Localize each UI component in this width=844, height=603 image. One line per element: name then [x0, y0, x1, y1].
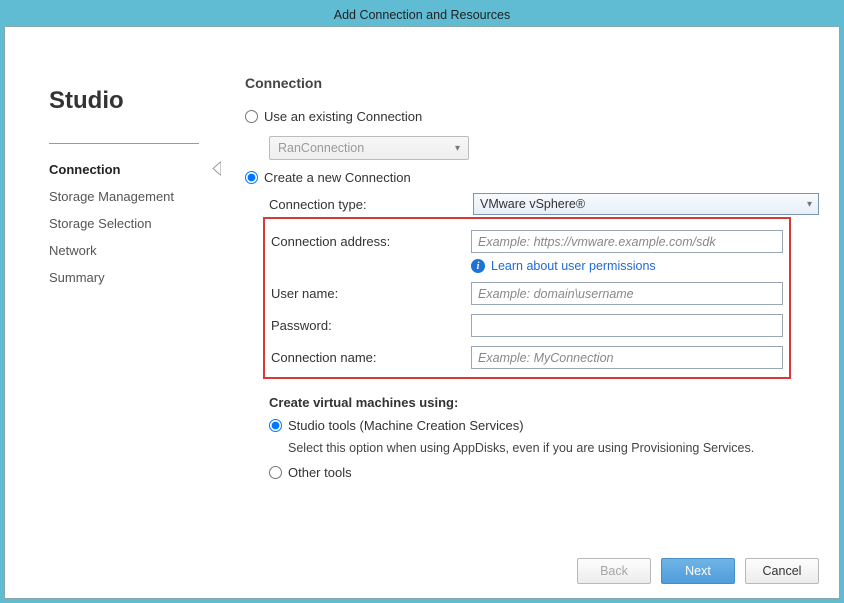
existing-dropdown-wrap: RanConnection ▾: [269, 132, 819, 170]
vm-tools-section: Create virtual machines using: Studio to…: [269, 395, 819, 480]
form-area: Connection Use an existing Connection Ra…: [215, 47, 819, 550]
step-label: Summary: [49, 270, 105, 285]
password-row: Password:: [271, 314, 783, 337]
existing-connection-dropdown[interactable]: RanConnection ▾: [269, 136, 469, 160]
radio-existing-row[interactable]: Use an existing Connection: [245, 109, 819, 124]
radio-existing-label: Use an existing Connection: [264, 109, 422, 124]
learn-permissions-link[interactable]: Learn about user permissions: [491, 259, 656, 273]
username-label: User name:: [271, 286, 461, 301]
username-row: User name:: [271, 282, 783, 305]
step-label: Storage Management: [49, 189, 174, 204]
info-icon: i: [471, 259, 485, 273]
window-title: Add Connection and Resources: [334, 8, 511, 22]
step-storage-management[interactable]: Storage Management: [49, 183, 215, 210]
vm-tools-title: Create virtual machines using:: [269, 395, 819, 410]
password-label: Password:: [271, 318, 461, 333]
main-row: Studio Connection Storage Management Sto…: [25, 47, 819, 550]
connection-type-select[interactable]: VMware vSphere® ▾: [473, 193, 819, 215]
chevron-down-icon: ▾: [455, 143, 460, 154]
connection-type-value: VMware vSphere®: [480, 197, 585, 211]
radio-other-tools-row[interactable]: Other tools: [269, 465, 819, 480]
next-button[interactable]: Next: [661, 558, 735, 584]
learn-permissions-row: i Learn about user permissions: [471, 259, 783, 273]
connection-name-input[interactable]: [471, 346, 783, 369]
address-row: Connection address:: [271, 230, 783, 253]
password-input[interactable]: [471, 314, 783, 337]
connection-type-row: Connection type: VMware vSphere® ▾: [269, 193, 819, 215]
radio-studio-tools-label: Studio tools (Machine Creation Services): [288, 418, 524, 433]
radio-create-label: Create a new Connection: [264, 170, 411, 185]
section-title: Connection: [245, 75, 819, 91]
step-storage-selection[interactable]: Storage Selection: [49, 210, 215, 237]
wizard-steps: Connection Storage Management Storage Se…: [49, 156, 215, 291]
address-input[interactable]: [471, 230, 783, 253]
button-bar: Back Next Cancel: [25, 550, 819, 584]
titlebar: Add Connection and Resources: [4, 4, 840, 26]
step-summary[interactable]: Summary: [49, 264, 215, 291]
radio-create-row[interactable]: Create a new Connection: [245, 170, 819, 185]
address-label: Connection address:: [271, 234, 461, 249]
radio-studio-tools-row[interactable]: Studio tools (Machine Creation Services): [269, 418, 819, 433]
existing-dropdown-value: RanConnection: [278, 141, 364, 155]
highlighted-fields-box: Connection address: i Learn about user p…: [263, 217, 791, 379]
back-button[interactable]: Back: [577, 558, 651, 584]
step-network[interactable]: Network: [49, 237, 215, 264]
step-label: Storage Selection: [49, 216, 152, 231]
connection-type-label: Connection type:: [269, 197, 463, 212]
brand-title: Studio: [49, 87, 215, 115]
content-panel: Studio Connection Storage Management Sto…: [4, 26, 840, 599]
step-connection[interactable]: Connection: [49, 156, 215, 183]
username-input[interactable]: [471, 282, 783, 305]
wizard-window: Add Connection and Resources Studio Conn…: [0, 0, 844, 603]
radio-studio-tools[interactable]: [269, 419, 282, 432]
radio-other-tools[interactable]: [269, 466, 282, 479]
radio-existing[interactable]: [245, 110, 258, 123]
sidebar-divider: [49, 143, 199, 144]
radio-other-tools-label: Other tools: [288, 465, 352, 480]
chevron-down-icon: ▾: [807, 199, 812, 210]
radio-create[interactable]: [245, 171, 258, 184]
connection-name-row: Connection name:: [271, 346, 783, 369]
connection-name-label: Connection name:: [271, 350, 461, 365]
wizard-sidebar: Studio Connection Storage Management Sto…: [25, 47, 215, 550]
studio-tools-desc: Select this option when using AppDisks, …: [288, 441, 819, 455]
cancel-button[interactable]: Cancel: [745, 558, 819, 584]
step-label: Connection: [49, 162, 121, 177]
step-label: Network: [49, 243, 97, 258]
